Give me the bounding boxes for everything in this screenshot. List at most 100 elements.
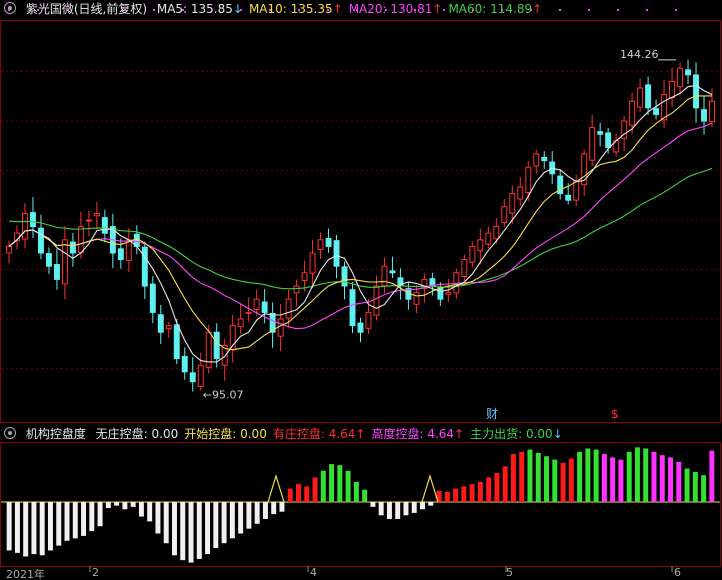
control-bar — [304, 486, 310, 502]
control-bar — [610, 457, 616, 502]
control-bar — [312, 477, 318, 502]
marker-dot — [327, 9, 329, 11]
x-label: 5 — [506, 566, 513, 579]
candle-body — [381, 265, 388, 287]
candle-body — [173, 324, 180, 360]
control-bar — [453, 488, 459, 502]
control-bar — [205, 502, 211, 555]
marker-dot — [356, 9, 358, 11]
control-bar — [105, 502, 111, 509]
control-bar — [403, 502, 409, 516]
x-label: 2021年 — [6, 568, 45, 580]
x-label: 4 — [310, 566, 317, 579]
candle-body — [685, 69, 692, 76]
control-bar — [618, 459, 624, 502]
candle-body — [365, 311, 372, 329]
candle-body — [341, 266, 348, 287]
candle-body — [677, 67, 684, 88]
candle-body — [573, 179, 580, 201]
control-bar — [651, 451, 657, 502]
control-bar — [659, 455, 665, 502]
control-bar — [502, 466, 508, 502]
control-bar — [444, 491, 450, 502]
candle-body — [181, 355, 188, 373]
candle-body — [493, 226, 500, 240]
candle-body — [37, 227, 44, 254]
control-bar — [701, 475, 707, 502]
stock-chart-window: 紫光国微(日线,前复权) MA5: 135.85↓ MA10: 135.35↑ MA… — [0, 0, 722, 580]
control-bar — [122, 502, 128, 510]
candle-body — [309, 252, 316, 274]
control-bar — [6, 502, 12, 551]
control-bar — [72, 502, 78, 539]
marker-dot — [153, 9, 155, 11]
candle-body — [21, 212, 28, 240]
control-bar — [221, 502, 227, 544]
control-bar — [188, 502, 194, 563]
control-bar — [229, 502, 235, 539]
marker-dot — [95, 9, 97, 11]
candle-body — [645, 84, 652, 109]
control-bar — [527, 449, 533, 502]
control-bar — [577, 451, 583, 502]
candle-body — [101, 217, 108, 234]
control-bar — [246, 502, 252, 529]
candle-body — [389, 270, 396, 274]
control-bar — [14, 502, 20, 553]
control-bar — [81, 502, 87, 536]
marker-dot — [530, 9, 532, 11]
candle-body — [709, 100, 715, 123]
control-bar — [147, 502, 153, 522]
control-bar — [386, 502, 392, 519]
candle-body — [157, 314, 164, 333]
control-bar — [64, 502, 70, 541]
control-bar — [172, 502, 177, 556]
financial-report-mark: 财 — [486, 407, 498, 421]
candle-body — [661, 94, 668, 121]
candle-body — [213, 331, 220, 360]
marker-dot — [675, 9, 677, 11]
control-bar — [370, 502, 376, 507]
control-bar — [486, 477, 492, 502]
candle-body — [117, 248, 124, 261]
control-bar — [31, 502, 37, 555]
control-bar — [568, 458, 574, 502]
candle-body — [517, 186, 524, 200]
candle-body — [413, 292, 420, 305]
candle-body — [525, 166, 532, 194]
candle-body — [637, 87, 644, 108]
control-bar — [271, 502, 277, 515]
candle-body — [693, 74, 700, 109]
control-bar — [353, 481, 359, 502]
control-bar — [560, 462, 566, 502]
candle-body — [477, 239, 484, 252]
control-bar — [320, 470, 326, 502]
low-price-label: ←95.07 — [203, 389, 244, 402]
control-bar — [56, 502, 62, 546]
control-bar — [130, 502, 136, 507]
candle-body — [597, 131, 604, 135]
start-control-marker — [267, 473, 285, 503]
control-bar — [254, 502, 260, 524]
chart-canvas[interactable]: 144.26 ←95.07 财 $ — [0, 0, 722, 580]
candle-body — [469, 245, 476, 263]
candle-body — [509, 193, 516, 214]
control-bar — [97, 502, 103, 527]
control-bar — [469, 484, 475, 502]
candle-body — [445, 292, 452, 295]
control-bar — [395, 502, 401, 519]
control-bar — [510, 454, 516, 502]
marker-dot — [385, 9, 387, 11]
marker-dot — [37, 9, 39, 11]
candle-body — [285, 298, 292, 319]
control-bar — [709, 450, 715, 502]
candle-body — [141, 246, 148, 287]
candle-body — [629, 100, 636, 126]
candle-body — [549, 161, 556, 175]
control-bar — [420, 502, 425, 510]
candle-body — [189, 372, 196, 383]
candle-body — [6, 245, 12, 254]
control-bar — [180, 502, 186, 561]
control-bar — [544, 456, 549, 502]
marker-dot — [182, 9, 184, 11]
